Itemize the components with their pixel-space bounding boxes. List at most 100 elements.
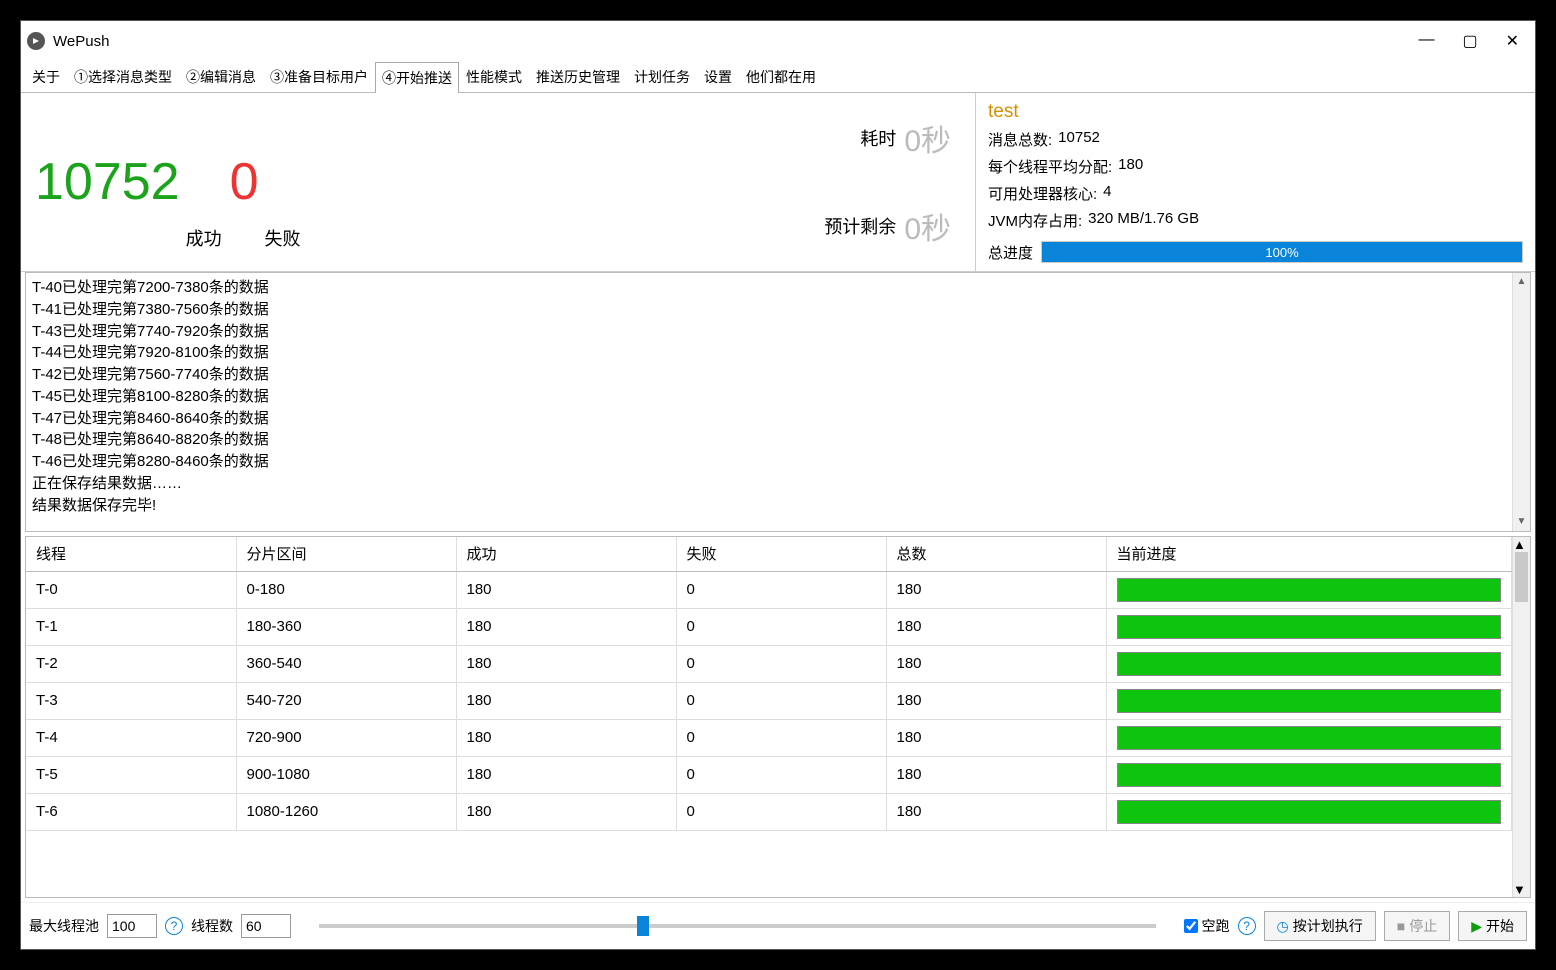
table-row[interactable]: T-3540-7201800180 — [26, 682, 1512, 719]
tab-1[interactable]: ①选择消息类型 — [67, 61, 179, 92]
log-line: T-40已处理完第7200-7380条的数据 — [32, 277, 1524, 299]
tab-0[interactable]: 关于 — [25, 61, 67, 92]
titlebar: WePush — ▢ ✕ — [21, 21, 1535, 61]
clock-icon: ◷ — [1277, 918, 1289, 935]
table-row[interactable]: T-00-1801800180 — [26, 571, 1512, 608]
progress-text: 100% — [1042, 242, 1522, 262]
table-row[interactable]: T-4720-9001800180 — [26, 719, 1512, 756]
stats-timing: 耗时 0秒 预计剩余 0秒 — [381, 93, 975, 271]
window-controls: — ▢ ✕ — [1418, 31, 1529, 51]
start-button[interactable]: ▶ 开始 — [1458, 911, 1527, 941]
tab-3[interactable]: ③准备目标用户 — [263, 61, 375, 92]
table-cell: T-5 — [26, 756, 236, 793]
scroll-up-icon[interactable]: ▲ — [1513, 537, 1530, 552]
table-cell: 360-540 — [236, 645, 456, 682]
table-cell: 1080-1260 — [236, 793, 456, 830]
overall-progress-bar: 100% — [1041, 241, 1523, 263]
progress-cell — [1106, 608, 1512, 645]
minimize-icon[interactable]: — — [1418, 31, 1434, 51]
row-progress-bar — [1117, 615, 1502, 639]
table-header[interactable]: 分片区间 — [236, 537, 456, 571]
tab-9[interactable]: 他们都在用 — [739, 61, 823, 92]
tab-5[interactable]: 性能模式 — [459, 61, 529, 92]
dryrun-checkbox[interactable]: 空跑 — [1184, 916, 1230, 936]
table-cell: 0 — [676, 645, 886, 682]
table-cell: 180 — [456, 756, 676, 793]
table-cell: 180 — [456, 682, 676, 719]
threads-slider[interactable] — [319, 924, 1156, 928]
table-cell: 180 — [456, 719, 676, 756]
tab-2[interactable]: ②编辑消息 — [179, 61, 263, 92]
progress-cell — [1106, 571, 1512, 608]
schedule-button[interactable]: ◷ 按计划执行 — [1264, 911, 1376, 941]
help-icon[interactable]: ? — [1238, 917, 1256, 935]
table-cell: 540-720 — [236, 682, 456, 719]
table-header[interactable]: 线程 — [26, 537, 236, 571]
log-line: T-44已处理完第7920-8100条的数据 — [32, 342, 1524, 364]
table-row[interactable]: T-1180-3601800180 — [26, 608, 1512, 645]
table-cell: 180 — [456, 608, 676, 645]
table-header[interactable]: 总数 — [886, 537, 1106, 571]
stop-button[interactable]: ■ 停止 — [1384, 911, 1450, 941]
help-icon[interactable]: ? — [165, 917, 183, 935]
progress-cell — [1106, 682, 1512, 719]
fail-count: 0 — [230, 152, 259, 212]
log-line: T-47已处理完第8460-8640条的数据 — [32, 408, 1524, 430]
success-count: 10752 — [35, 152, 180, 212]
maximize-icon[interactable]: ▢ — [1462, 31, 1477, 51]
scroll-thumb[interactable] — [1515, 552, 1528, 602]
cores-value: 4 — [1103, 183, 1111, 204]
table-cell: T-4 — [26, 719, 236, 756]
table-cell: 180 — [456, 571, 676, 608]
app-window: WePush — ▢ ✕ 关于①选择消息类型②编辑消息③准备目标用户④开始推送性… — [20, 20, 1536, 950]
play-icon: ▶ — [1471, 918, 1482, 935]
total-line: 消息总数: 10752 — [988, 129, 1523, 150]
scroll-track[interactable] — [1513, 291, 1530, 513]
close-icon[interactable]: ✕ — [1506, 31, 1519, 51]
avg-value: 180 — [1118, 156, 1143, 177]
tab-6[interactable]: 推送历史管理 — [529, 61, 627, 92]
row-progress-bar — [1117, 689, 1502, 713]
table-row[interactable]: T-61080-12601800180 — [26, 793, 1512, 830]
table-header[interactable]: 成功 — [456, 537, 676, 571]
row-progress-bar — [1117, 652, 1502, 676]
eta-label: 预计剩余 — [824, 213, 896, 239]
table-row[interactable]: T-5900-10801800180 — [26, 756, 1512, 793]
progress-cell — [1106, 793, 1512, 830]
table-scrollbar[interactable]: ▲ ▼ — [1512, 537, 1530, 897]
success-label: 成功 — [186, 225, 222, 261]
tab-4[interactable]: ④开始推送 — [375, 62, 459, 93]
dryrun-check-input[interactable] — [1184, 919, 1198, 933]
log-line: 正在保存结果数据…… — [32, 473, 1524, 495]
stats-row: 10752 成功 0 失败 耗时 0秒 预计剩余 0秒 test 消息总数: — [21, 93, 1535, 272]
cores-line: 可用处理器核心: 4 — [988, 183, 1523, 204]
table-header[interactable]: 失败 — [676, 537, 886, 571]
jvm-value: 320 MB/1.76 GB — [1088, 210, 1199, 231]
table-row[interactable]: T-2360-5401800180 — [26, 645, 1512, 682]
stats-info: test 消息总数: 10752 每个线程平均分配: 180 可用处理器核心: … — [975, 93, 1535, 271]
table-cell: 0 — [676, 719, 886, 756]
jvm-line: JVM内存占用: 320 MB/1.76 GB — [988, 210, 1523, 231]
schedule-label: 按计划执行 — [1293, 916, 1363, 936]
tab-7[interactable]: 计划任务 — [627, 61, 697, 92]
scroll-track[interactable] — [1513, 552, 1530, 882]
slider-thumb[interactable] — [637, 916, 649, 936]
log-area[interactable]: T-40已处理完第7200-7380条的数据T-41已处理完第7380-7560… — [25, 272, 1531, 532]
table-cell: 0 — [676, 793, 886, 830]
tab-8[interactable]: 设置 — [697, 61, 739, 92]
log-line: T-43已处理完第7740-7920条的数据 — [32, 321, 1524, 343]
stop-icon: ■ — [1397, 918, 1405, 934]
table-header[interactable]: 当前进度 — [1106, 537, 1512, 571]
thread-table: 线程分片区间成功失败总数当前进度 T-00-1801800180T-1180-3… — [26, 537, 1512, 831]
table-cell: 180 — [886, 719, 1106, 756]
fail-label: 失败 — [265, 225, 301, 261]
scroll-down-icon[interactable]: ▼ — [1513, 513, 1530, 531]
log-line: T-42已处理完第7560-7740条的数据 — [32, 364, 1524, 386]
scroll-down-icon[interactable]: ▼ — [1513, 882, 1530, 897]
table-cell: 180 — [886, 682, 1106, 719]
scroll-up-icon[interactable]: ▲ — [1513, 273, 1530, 291]
pool-input[interactable] — [107, 914, 157, 938]
progress-label: 总进度 — [988, 242, 1033, 263]
threads-input[interactable] — [241, 914, 291, 938]
log-scrollbar[interactable]: ▲ ▼ — [1512, 273, 1530, 531]
